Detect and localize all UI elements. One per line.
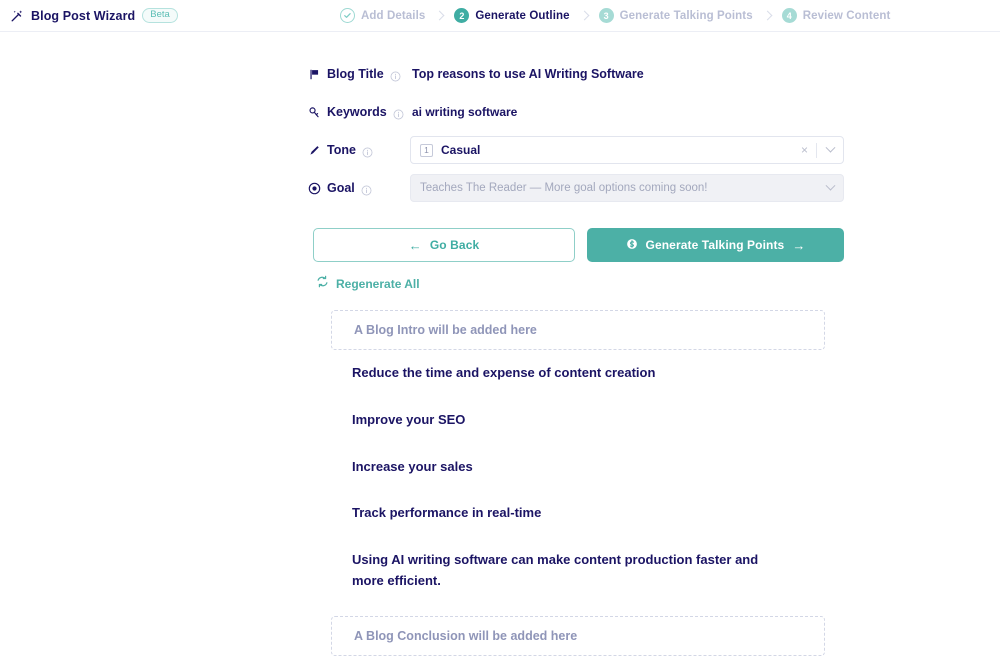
chevron-down-icon[interactable] bbox=[817, 142, 843, 154]
outline-section: A Blog Intro will be added here Reduce t… bbox=[0, 310, 1000, 656]
wizard-actions: ← Go Back Generate Talking Points → bbox=[313, 228, 1000, 262]
placeholder-text: A Blog Conclusion will be added here bbox=[354, 628, 578, 643]
info-icon[interactable] bbox=[361, 183, 372, 195]
field-tone: Tone 1 Casual × bbox=[0, 132, 1000, 168]
chevron-down-icon[interactable] bbox=[817, 180, 843, 192]
app-header: Blog Post Wizard Beta Add Details 2 Gene… bbox=[0, 0, 1000, 32]
arrow-right-icon: → bbox=[792, 237, 806, 253]
beta-badge: Beta bbox=[142, 7, 178, 24]
blog-intro-placeholder: A Blog Intro will be added here bbox=[331, 310, 825, 350]
blog-title-value[interactable]: Top reasons to use AI Writing Software bbox=[408, 67, 644, 81]
chevron-right-icon bbox=[434, 10, 445, 21]
info-icon[interactable] bbox=[362, 145, 373, 157]
magic-wand-icon bbox=[10, 9, 24, 23]
label-text: Tone bbox=[327, 143, 356, 157]
field-keywords: Keywords ai writing software bbox=[0, 94, 1000, 130]
keywords-value[interactable]: ai writing software bbox=[408, 105, 517, 119]
wizard-stepper: Add Details 2 Generate Outline 3 Generat… bbox=[340, 8, 890, 23]
regenerate-all-button[interactable]: Regenerate All bbox=[316, 275, 420, 293]
clear-selection-icon[interactable]: × bbox=[793, 144, 816, 156]
step-label: Generate Outline bbox=[475, 9, 570, 22]
field-goal: Goal Teaches The Reader — More goal opti… bbox=[0, 170, 1000, 206]
key-icon bbox=[308, 106, 321, 119]
goal-select[interactable]: Teaches The Reader — More goal options c… bbox=[410, 174, 844, 202]
arrow-left-icon: ← bbox=[408, 237, 422, 253]
goal-placeholder: Teaches The Reader — More goal options c… bbox=[420, 182, 708, 194]
tone-tag-number: 1 bbox=[420, 143, 433, 157]
outline-item[interactable]: Increase your sales bbox=[352, 444, 792, 491]
step-generate-outline[interactable]: 2 Generate Outline bbox=[454, 8, 570, 23]
chevron-right-icon bbox=[579, 10, 590, 21]
label-text: Blog Title bbox=[327, 67, 384, 81]
chevron-right-icon bbox=[762, 10, 773, 21]
field-blog-title: Blog Title Top reasons to use AI Writing… bbox=[0, 56, 1000, 92]
blog-conclusion-placeholder: A Blog Conclusion will be added here bbox=[331, 615, 825, 656]
step-label: Generate Talking Points bbox=[619, 9, 753, 22]
field-label-tone: Tone bbox=[308, 143, 408, 157]
field-label-blog-title: Blog Title bbox=[308, 67, 408, 81]
outline-item[interactable]: Reduce the time and expense of content c… bbox=[352, 350, 792, 397]
wizard-page: Blog Title Top reasons to use AI Writing… bbox=[0, 32, 1000, 656]
credit-coin-icon bbox=[625, 237, 638, 253]
generate-talking-points-button[interactable]: Generate Talking Points → bbox=[587, 228, 844, 262]
step-add-details[interactable]: Add Details bbox=[340, 8, 425, 23]
info-icon[interactable] bbox=[390, 69, 401, 81]
form-fields: Blog Title Top reasons to use AI Writing… bbox=[0, 56, 1000, 206]
outline-item[interactable]: Track performance in real-time bbox=[352, 490, 792, 537]
step-number-badge: 4 bbox=[781, 8, 797, 23]
step-number-badge: 2 bbox=[454, 8, 470, 23]
info-icon[interactable] bbox=[393, 107, 404, 119]
outline-item[interactable]: Improve your SEO bbox=[352, 397, 792, 444]
step-label: Review Content bbox=[802, 9, 891, 22]
step-label: Add Details bbox=[361, 9, 426, 22]
field-label-keywords: Keywords bbox=[308, 105, 408, 119]
regenerate-all-label: Regenerate All bbox=[336, 277, 420, 291]
target-icon bbox=[308, 182, 321, 195]
tone-select[interactable]: 1 Casual × bbox=[410, 136, 844, 164]
pencil-icon bbox=[308, 144, 321, 157]
brand: Blog Post Wizard Beta bbox=[0, 7, 178, 24]
app-title: Blog Post Wizard bbox=[31, 8, 136, 23]
flag-icon bbox=[308, 68, 321, 81]
tone-selected-value: Casual bbox=[441, 143, 481, 157]
step-review-content[interactable]: 4 Review Content bbox=[781, 8, 891, 23]
field-label-goal: Goal bbox=[308, 181, 408, 195]
label-text: Goal bbox=[327, 181, 355, 195]
generate-talking-points-label: Generate Talking Points bbox=[645, 238, 785, 252]
check-circle-icon bbox=[340, 8, 355, 23]
go-back-label: Go Back bbox=[429, 238, 480, 252]
outline-item[interactable]: Using AI writing software can make conte… bbox=[352, 537, 792, 605]
go-back-button[interactable]: ← Go Back bbox=[313, 228, 575, 262]
label-text: Keywords bbox=[327, 105, 387, 119]
refresh-icon bbox=[316, 275, 329, 293]
step-number-badge: 3 bbox=[598, 8, 614, 23]
placeholder-text: A Blog Intro will be added here bbox=[354, 323, 537, 337]
step-generate-talking-points[interactable]: 3 Generate Talking Points bbox=[598, 8, 753, 23]
